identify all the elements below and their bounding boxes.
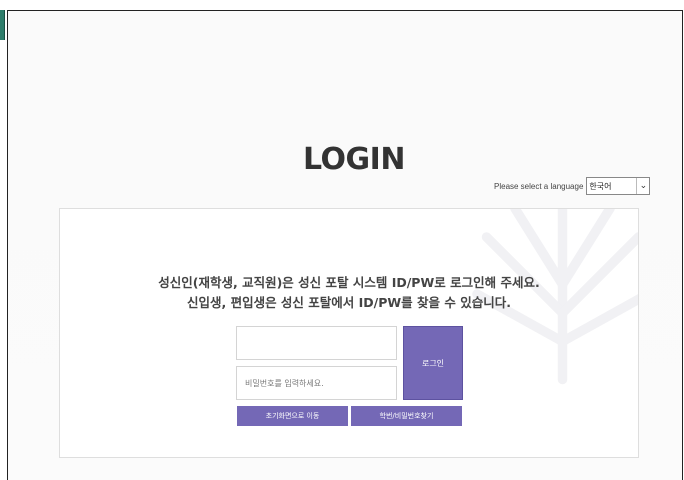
- corner-tab: [0, 10, 5, 40]
- language-selector-row: Please select a language 한국어 ⌄: [494, 177, 651, 195]
- notice-line-2: 신입생, 편입생은 성신 포탈에서 ID/PW를 찾을 수 있습니다.: [186, 295, 511, 310]
- language-selected-value: 한국어: [589, 181, 612, 191]
- user-id-input[interactable]: [236, 326, 397, 360]
- language-label: Please select a language: [494, 181, 584, 191]
- login-panel: 성신인(재학생, 교직원)은 성신 포탈 시스템 ID/PW로 로그인해 주세요…: [59, 208, 639, 458]
- chevron-down-icon[interactable]: ⌄: [636, 178, 649, 194]
- login-button[interactable]: 로그인: [403, 326, 463, 400]
- find-id-password-button[interactable]: 학번/비밀번호찾기: [351, 406, 462, 426]
- page-title: LOGIN: [303, 142, 405, 177]
- language-select[interactable]: 한국어 ⌄: [586, 177, 651, 195]
- go-home-button[interactable]: 초기화면으로 이동: [237, 406, 348, 426]
- password-input[interactable]: [236, 366, 397, 400]
- notice-line-1: 성신인(재학생, 교직원)은 성신 포탈 시스템 ID/PW로 로그인해 주세요…: [158, 275, 540, 290]
